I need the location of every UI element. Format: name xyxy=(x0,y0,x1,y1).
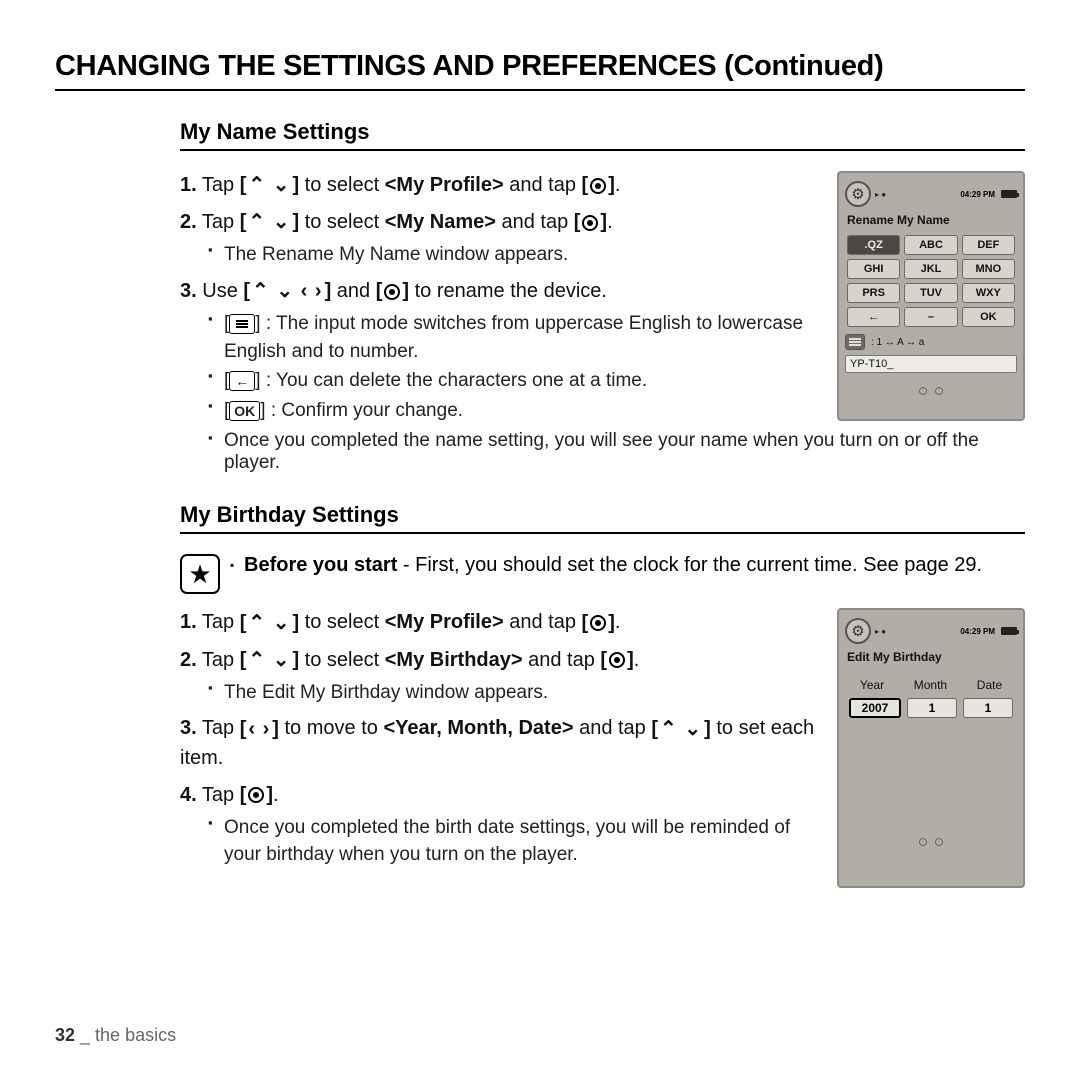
section2-steps: 1. Tap [⌃ ⌄] to select <My Profile> and … xyxy=(180,608,817,877)
section-title-my-birthday: My Birthday Settings xyxy=(180,502,1025,534)
year-value: 2007 xyxy=(849,698,901,718)
device-rename-screenshot: ⚙ ▸ ● 04:29 PM Rename My Name .QZ ABC DE… xyxy=(837,171,1025,421)
lr-icon: ‹ › xyxy=(248,715,270,744)
key-abc: ABC xyxy=(904,235,957,255)
key-tuv: TUV xyxy=(904,283,957,303)
page-title: CHANGING THE SETTINGS AND PREFERENCES (C… xyxy=(55,50,1025,91)
before-you-start-text: ▪Before you start - First, you should se… xyxy=(230,554,1025,577)
mode-button-icon xyxy=(845,334,865,350)
select-icon xyxy=(590,178,606,194)
updownlr-icon: ⌃ ⌄ ‹ › xyxy=(252,277,323,306)
select-icon xyxy=(248,787,264,803)
select-icon xyxy=(384,284,400,300)
device-birthday-screenshot: ⚙ ▸ ● 04:29 PM Edit My Birthday Year Mon… xyxy=(837,608,1025,888)
updown-icon: ⌃ ⌄ xyxy=(248,609,290,638)
section-title-my-name: My Name Settings xyxy=(180,119,1025,151)
mode-icon xyxy=(229,314,255,334)
ok-key-icon: OK xyxy=(229,401,260,421)
updown-icon: ⌃ ⌄ xyxy=(248,171,290,200)
page-footer: 32 _ the basics xyxy=(55,1025,176,1046)
name-input-value: YP-T10_ xyxy=(845,355,1017,373)
section1-steps: 1. Tap [⌃ ⌄] to select <My Profile> and … xyxy=(180,171,817,432)
key-wxy: WXY xyxy=(962,283,1015,303)
select-icon xyxy=(582,215,598,231)
updown-icon: ⌃ ⌄ xyxy=(660,715,702,744)
key-prs: PRS xyxy=(847,283,900,303)
key-ghi: GHI xyxy=(847,259,900,279)
key-mno: MNO xyxy=(962,259,1015,279)
key-jkl: JKL xyxy=(904,259,957,279)
star-icon: ★ xyxy=(180,554,220,594)
battery-icon xyxy=(1001,627,1017,635)
updown-icon: ⌃ ⌄ xyxy=(248,646,290,675)
back-key-icon: ← xyxy=(229,371,255,391)
select-icon xyxy=(590,615,606,631)
select-icon xyxy=(609,652,625,668)
key-ok: OK xyxy=(962,307,1015,327)
key-dash: – xyxy=(904,307,957,327)
key-def: DEF xyxy=(962,235,1015,255)
updown-icon: ⌃ ⌄ xyxy=(248,208,290,237)
key-qz: .QZ xyxy=(847,235,900,255)
month-value: 1 xyxy=(907,698,957,718)
date-value: 1 xyxy=(963,698,1013,718)
key-back: ← xyxy=(847,307,900,327)
gear-icon: ⚙ xyxy=(845,618,871,644)
battery-icon xyxy=(1001,190,1017,198)
gear-icon: ⚙ xyxy=(845,181,871,207)
